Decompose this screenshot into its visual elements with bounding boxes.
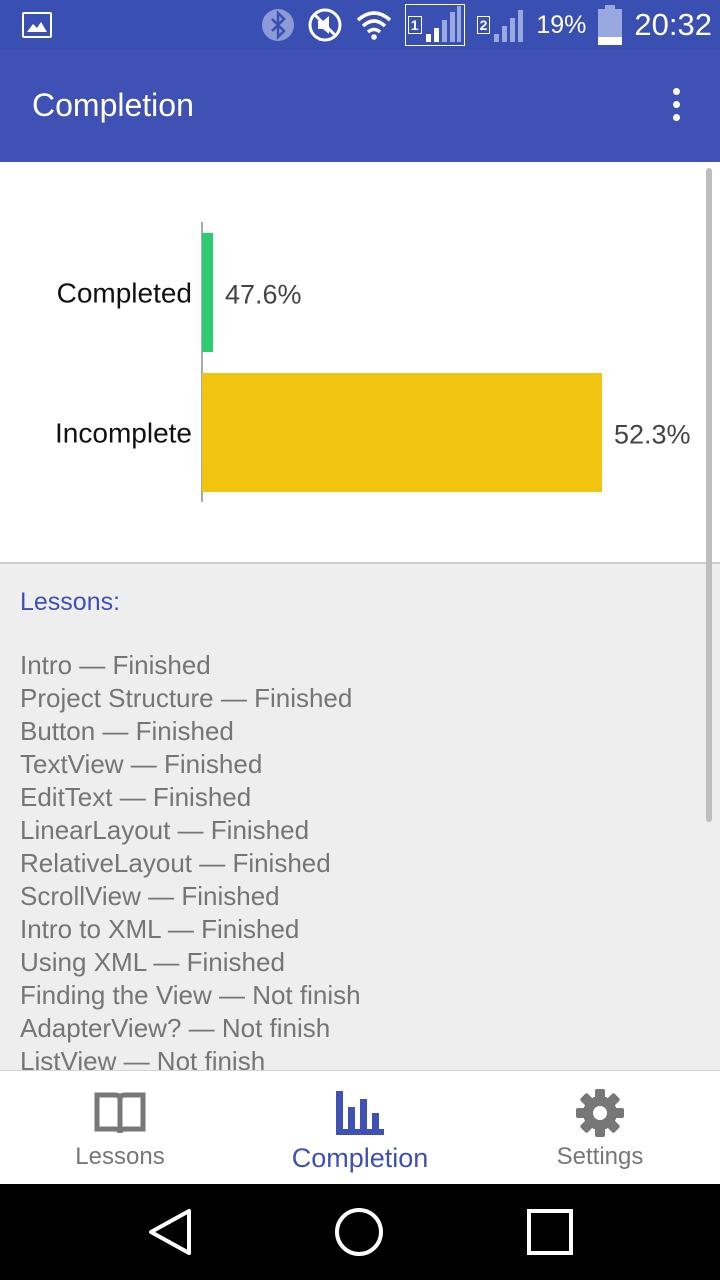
book-icon xyxy=(93,1089,147,1137)
chart-value-label: 47.6% xyxy=(225,280,302,310)
lesson-item: ScrollView — Finished xyxy=(20,881,280,911)
status-bar: 1 2 19% 20:32 xyxy=(0,0,720,50)
app-bar: Completion xyxy=(0,50,720,162)
page-title: Completion xyxy=(32,87,194,123)
nav-lessons-label: Lessons xyxy=(75,1143,165,1170)
lessons-list: Intro — Finished Project Structure — Fini… xyxy=(20,649,700,1070)
nav-settings[interactable]: Settings xyxy=(480,1071,720,1185)
lesson-item: ListView — Not finish xyxy=(20,1046,266,1070)
gear-icon xyxy=(575,1089,625,1137)
nav-settings-label: Settings xyxy=(556,1143,644,1170)
chart-value-label: 52.3% xyxy=(614,420,691,450)
lesson-item: EditText — Finished xyxy=(20,782,252,812)
lesson-item: Intro — Finished xyxy=(20,650,211,680)
lesson-item: LinearLayout — Finished xyxy=(20,815,310,845)
lesson-item: TextView — Finished xyxy=(20,749,263,779)
completion-chart-card: Completed 47.6% Incomplete 52.3% xyxy=(0,162,720,564)
system-navigation-bar xyxy=(0,1184,720,1280)
lesson-item: AdapterView? — Not finish xyxy=(20,1013,331,1043)
chart-category-label: Completed xyxy=(57,278,192,309)
mute-icon xyxy=(307,7,343,43)
clock: 20:32 xyxy=(634,7,712,42)
chart-bar-incomplete xyxy=(202,373,602,492)
nav-completion-label: Completion xyxy=(291,1143,429,1173)
chart-bar-completed xyxy=(202,233,213,352)
lesson-item: Using XML — Finished xyxy=(20,947,285,977)
more-vert-icon[interactable] xyxy=(666,88,686,124)
wifi-icon xyxy=(355,10,393,40)
signal-sim1-icon: 1 xyxy=(404,4,465,46)
recents-icon[interactable] xyxy=(522,1204,578,1260)
signal-sim2-icon: 2 xyxy=(476,6,525,44)
scrollbar[interactable] xyxy=(706,168,712,822)
battery-percent: 19% xyxy=(536,10,587,39)
image-icon xyxy=(22,12,52,38)
lesson-item: Intro to XML — Finished xyxy=(20,914,300,944)
lessons-section: Lessons: Intro — Finished Project Structu… xyxy=(20,588,700,1070)
nav-lessons[interactable]: Lessons xyxy=(0,1071,240,1185)
nav-completion[interactable]: Completion xyxy=(240,1071,480,1185)
bluetooth-icon xyxy=(261,8,295,42)
bottom-navigation: Lessons Completion Settings xyxy=(0,1070,720,1185)
bar-chart-icon xyxy=(334,1089,386,1137)
lesson-item: RelativeLayout — Finished xyxy=(20,848,331,878)
lesson-item: Button — Finished xyxy=(20,716,234,746)
lesson-item: Project Structure — Finished xyxy=(20,683,353,713)
lesson-item: Finding the View — Not finish xyxy=(20,980,361,1010)
completion-bar-chart: Completed 47.6% Incomplete 52.3% xyxy=(55,222,691,502)
battery-icon xyxy=(598,5,623,45)
back-icon[interactable] xyxy=(142,1204,198,1260)
lessons-heading: Lessons: xyxy=(20,588,121,616)
chart-category-label: Incomplete xyxy=(55,418,192,449)
home-icon[interactable] xyxy=(331,1204,387,1260)
